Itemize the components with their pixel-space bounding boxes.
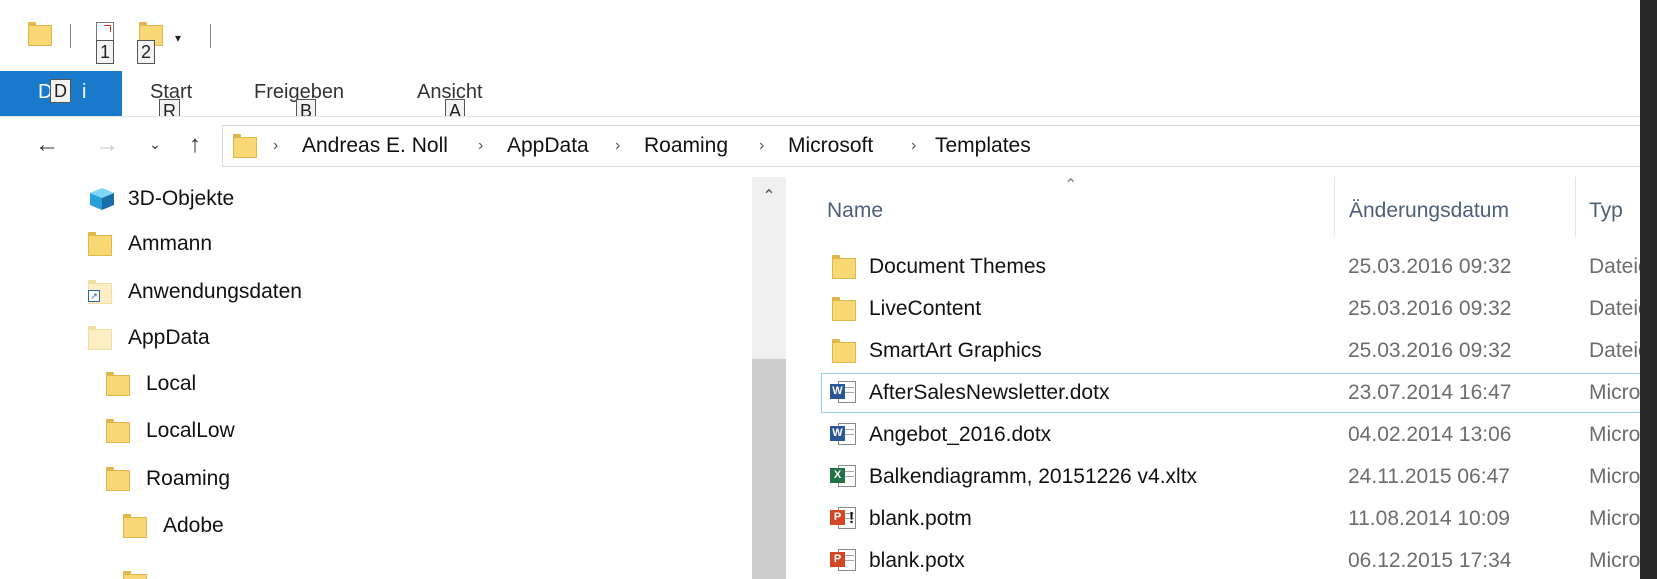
file-type: Micros <box>1589 381 1640 404</box>
file-type: Micros <box>1589 423 1640 446</box>
navigation-pane: 3D-Objekte Ammann ↗ Anwendungsdaten AppD… <box>0 177 752 579</box>
folder-icon[interactable] <box>28 22 52 46</box>
keytip-datei: D <box>50 79 71 103</box>
file-row[interactable]: P! blank.potm 11.08.2014 10:09 Micros <box>786 499 1640 539</box>
file-type: Micros <box>1589 549 1640 572</box>
file-date: 24.11.2015 06:47 <box>1348 465 1510 488</box>
tab-datei[interactable]: D i D <box>0 71 122 117</box>
folder-icon <box>123 514 147 538</box>
word-template-icon: W <box>830 381 858 405</box>
folder-icon <box>106 419 130 443</box>
file-date: 11.08.2014 10:09 <box>1348 507 1510 530</box>
excel-template-icon: X <box>830 465 858 489</box>
breadcrumb-separator-icon[interactable]: › <box>759 126 764 166</box>
address-bar[interactable]: › Andreas E. Noll › AppData › Roaming › … <box>222 125 1657 167</box>
up-arrow-icon[interactable]: ↑ <box>180 130 210 160</box>
forward-arrow-icon[interactable]: → <box>92 130 122 160</box>
file-type: Dateio <box>1589 255 1640 278</box>
quick-access-toolbar: 1 2 ▾ <box>0 0 1640 71</box>
folder-icon <box>832 255 856 279</box>
cube-icon <box>90 188 114 210</box>
ribbon-tabs: D i D Start R Freigeben B Ansicht A <box>0 71 1640 123</box>
breadcrumb-separator-icon[interactable]: › <box>273 126 278 166</box>
folder-icon <box>123 571 147 579</box>
file-row[interactable]: LiveContent 25.03.2016 09:32 Dateio <box>786 289 1640 329</box>
powerpoint-macro-template-icon: P! <box>830 507 858 531</box>
tree-item-label: Ammann <box>128 232 213 255</box>
file-row-selected[interactable]: W AfterSalesNewsletter.dotx 23.07.2014 1… <box>786 373 1640 413</box>
column-divider[interactable] <box>1334 177 1335 237</box>
column-header-name[interactable]: Name <box>827 191 883 231</box>
customize-toolbar-chevron-icon[interactable]: ▾ <box>170 30 186 46</box>
folder-icon <box>88 326 112 350</box>
file-type: Dateio <box>1589 297 1640 320</box>
file-name: SmartArt Graphics <box>869 339 1042 362</box>
word-template-icon: W <box>830 423 858 447</box>
file-name: blank.potx <box>869 549 965 572</box>
tree-item-label: Roaming <box>146 467 231 490</box>
tree-item-label: 3D-Objekte <box>128 187 235 210</box>
breadcrumb-item[interactable]: AppData <box>507 126 589 166</box>
file-date: 25.03.2016 09:32 <box>1348 255 1512 278</box>
tree-item-label: AppData <box>128 326 210 349</box>
breadcrumb-separator-icon[interactable]: › <box>478 126 483 166</box>
shortcut-arrow-icon: ↗ <box>88 290 100 302</box>
window-frame <box>1640 0 1657 579</box>
breadcrumb-item[interactable]: Microsoft <box>788 126 873 166</box>
folder-icon <box>832 339 856 363</box>
tree-item-label: Local <box>146 372 197 395</box>
toolbar-separator <box>210 24 211 48</box>
file-name: Balkendiagramm, 20151226 v4.xltx <box>869 465 1198 488</box>
tree-item-label: Adobe <box>163 514 224 537</box>
file-type: Micros <box>1589 507 1640 530</box>
navigation-pane-scrollbar[interactable]: ⌃ <box>752 177 786 579</box>
file-name: Angebot_2016.dotx <box>869 423 1052 446</box>
back-arrow-icon[interactable]: ← <box>32 130 62 160</box>
tree-item-label: Anwendungsdaten <box>128 280 302 303</box>
file-row[interactable]: X Balkendiagramm, 20151226 v4.xltx 24.11… <box>786 457 1640 497</box>
folder-icon <box>88 232 112 256</box>
file-date: 25.03.2016 09:32 <box>1348 339 1512 362</box>
file-name: AfterSalesNewsletter.dotx <box>869 381 1110 404</box>
file-row[interactable]: SmartArt Graphics 25.03.2016 09:32 Datei… <box>786 331 1640 371</box>
breadcrumb-separator-icon[interactable]: › <box>615 126 620 166</box>
file-name: Document Themes <box>869 255 1047 278</box>
file-row[interactable]: P blank.potx 06.12.2015 17:34 Micros <box>786 541 1640 579</box>
powerpoint-template-icon: P <box>830 549 858 573</box>
column-header-date[interactable]: Änderungsdatum <box>1349 191 1509 231</box>
keytip-new-folder: 2 <box>137 40 156 64</box>
file-explorer-window: 1 2 ▾ D i D Start R Freigeben B Ansicht … <box>0 0 1657 579</box>
column-divider[interactable] <box>1575 177 1576 237</box>
file-date: 23.07.2014 16:47 <box>1348 381 1512 404</box>
toolbar-separator <box>70 24 71 48</box>
folder-icon <box>832 297 856 321</box>
breadcrumb-item[interactable]: Andreas E. Noll <box>302 126 448 166</box>
file-list: ⌃ Name Änderungsdatum Typ Document Theme… <box>786 177 1640 579</box>
folder-icon <box>106 467 130 491</box>
sort-ascending-icon: ⌃ <box>1064 177 1078 194</box>
file-name: LiveContent <box>869 297 982 320</box>
breadcrumb-separator-icon[interactable]: › <box>911 126 916 166</box>
scroll-up-arrow-icon[interactable]: ⌃ <box>752 185 786 209</box>
breadcrumb-item[interactable]: Roaming <box>644 126 728 166</box>
file-type: Micros <box>1589 465 1640 488</box>
file-row[interactable]: W Angebot_2016.dotx 04.02.2014 13:06 Mic… <box>786 415 1640 455</box>
file-row[interactable]: Document Themes 25.03.2016 09:32 Dateio <box>786 247 1640 287</box>
recent-locations-chevron-icon[interactable]: ⌄ <box>145 132 165 156</box>
breadcrumb-item[interactable]: Templates <box>935 126 1031 166</box>
keytip-properties: 1 <box>96 40 115 64</box>
file-name: blank.potm <box>869 507 972 530</box>
tab-datei-label-right: i <box>82 81 87 103</box>
file-date: 04.02.2014 13:06 <box>1348 423 1512 446</box>
file-date: 25.03.2016 09:32 <box>1348 297 1512 320</box>
scrollbar-thumb[interactable] <box>752 359 786 579</box>
file-type: Dateio <box>1589 339 1640 362</box>
tree-item-label: LocalLow <box>146 419 235 442</box>
folder-icon <box>106 372 130 396</box>
file-date: 06.12.2015 17:34 <box>1348 549 1512 572</box>
location-folder-icon <box>233 134 257 158</box>
column-header-type[interactable]: Typ <box>1589 191 1623 231</box>
